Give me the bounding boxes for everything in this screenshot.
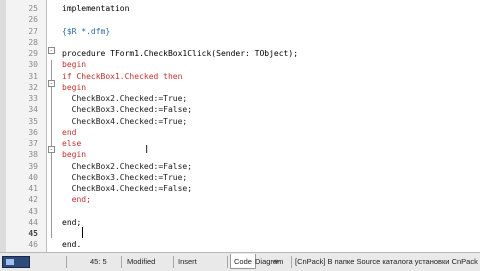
code-line[interactable]: begin (62, 149, 86, 160)
code-line[interactable]: CheckBox4.Checked:=False; (62, 183, 192, 194)
line-number: 46 (28, 240, 38, 250)
line-number: 36 (28, 127, 38, 137)
code-line[interactable]: implementation (62, 3, 129, 14)
line-number: 35 (28, 116, 38, 126)
code-line[interactable]: if CheckBox1.Checked then (62, 71, 182, 82)
status-bar: 45: 5 Modified Insert Code Diagram ◂▸ [C… (0, 252, 480, 271)
line-number: 26 (28, 15, 38, 25)
cursor-position: 45: 5 (90, 257, 107, 266)
code-line[interactable]: else (62, 138, 81, 149)
line-number: 37 (28, 139, 38, 148)
line-number: 34 (28, 105, 38, 115)
mouse-ibeam-cursor-icon: I (145, 143, 149, 156)
code-line[interactable]: CheckBox3.Checked:=True; (62, 172, 188, 183)
line-number: 31 (28, 71, 38, 81)
line-number: 33 (28, 94, 38, 103)
status-divider (291, 256, 292, 268)
modified-indicator: Modified (127, 257, 156, 266)
fold-collapse-icon[interactable]: - (48, 47, 55, 54)
code-line[interactable]: begin (62, 59, 86, 70)
status-divider (173, 256, 174, 268)
line-number: 28 (28, 37, 38, 47)
text-caret (82, 227, 83, 238)
code-line[interactable]: end. (62, 239, 81, 250)
line-number: 43 (28, 206, 38, 216)
code-line[interactable]: CheckBox4.Checked:=True; (62, 116, 188, 127)
code-line[interactable]: procedure TForm1.CheckBox1Click(Sender: … (62, 48, 298, 59)
line-number: 42 (28, 195, 38, 205)
code-line[interactable]: end (62, 127, 76, 138)
tab-scroll-arrows-icon[interactable]: ◂▸ (272, 256, 290, 268)
project-icon[interactable] (2, 256, 30, 268)
code-line[interactable]: CheckBox2.Checked:=True; (62, 93, 188, 104)
status-message: [CnPack] В папке Source каталога установ… (295, 257, 480, 266)
line-number: 40 (28, 172, 38, 182)
line-number: 41 (28, 184, 38, 193)
line-number: 29 (28, 49, 38, 58)
line-number: 30 (28, 60, 38, 70)
code-line[interactable]: CheckBox3.Checked:=False; (62, 104, 192, 115)
status-divider (66, 256, 67, 268)
code-line[interactable]: begin (62, 82, 86, 93)
code-line[interactable]: CheckBox2.Checked:=False; (62, 161, 192, 172)
insert-mode-indicator[interactable]: Insert (178, 255, 222, 269)
line-number: 27 (28, 26, 38, 36)
line-number: 39 (28, 161, 38, 171)
line-number: 25 (28, 4, 38, 13)
code-editor[interactable]: 25 26 27 28 29 30 31 32 33 34 35 36 37 38 39 40 41 42 43 44… (0, 0, 480, 252)
status-divider (121, 256, 122, 268)
status-divider (227, 256, 228, 268)
fold-collapse-icon[interactable]: - (48, 146, 55, 153)
fold-collapse-icon[interactable]: - (48, 80, 55, 87)
code-line[interactable]: end; (62, 217, 81, 228)
code-line[interactable]: {$R *.dfm} (62, 26, 110, 37)
line-number: 38 (28, 150, 38, 160)
line-number: 45 (28, 229, 38, 238)
line-number: 32 (28, 82, 38, 92)
code-line[interactable]: end; (62, 194, 91, 205)
line-number: 44 (28, 217, 38, 227)
